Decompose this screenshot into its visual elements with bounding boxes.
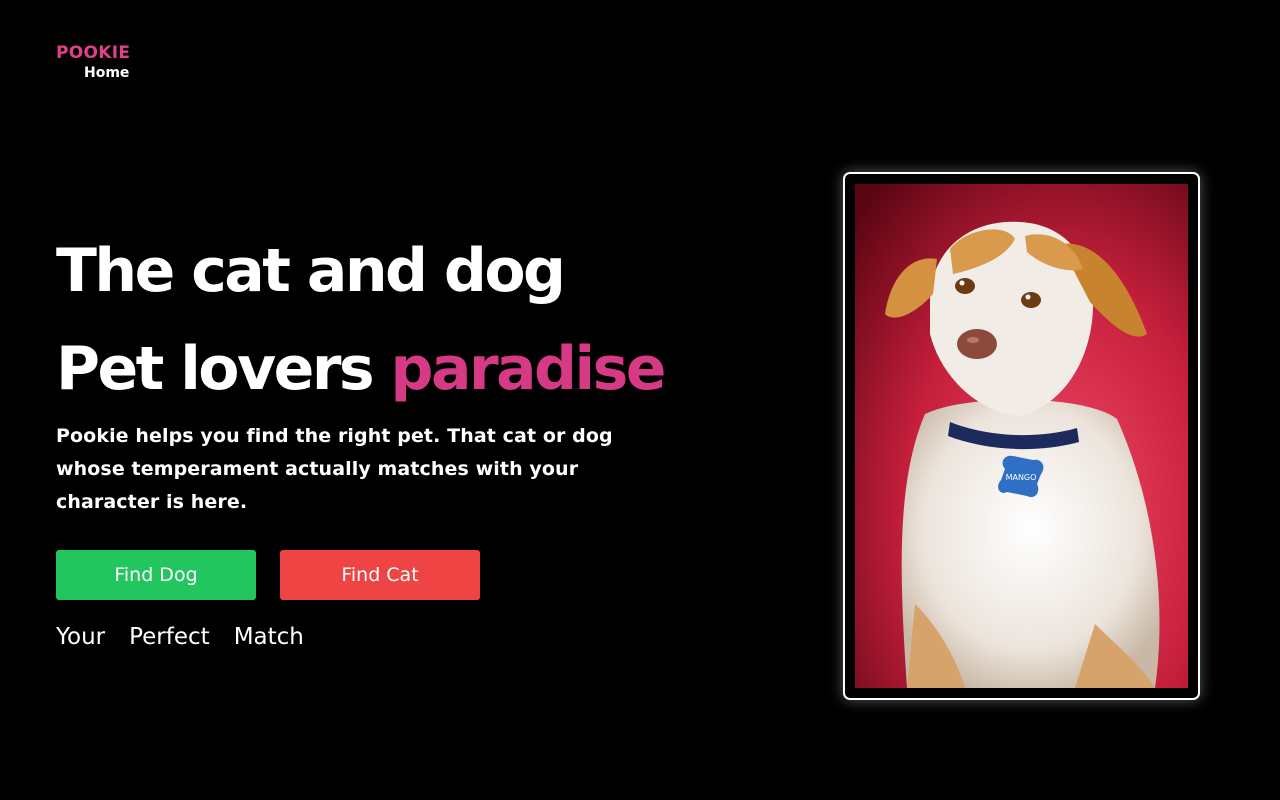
headline-line-1: The cat and dog [56,236,566,306]
headline-accent-word: paradise [390,334,667,404]
tagline: Your Perfect Match [56,624,696,650]
find-cat-button[interactable]: Find Cat [280,550,480,600]
pet-photo-frame: MANGO [843,172,1200,700]
tagline-word: Your [56,624,106,650]
nav-home-link[interactable]: Home [84,65,130,81]
tagline-word: Match [233,624,304,650]
brand-logo-text[interactable]: POOKIE [56,43,130,63]
collar-tag-text: MANGO [1006,473,1037,482]
dog-photo: MANGO [855,184,1188,688]
hero-section: The cat and dog Pet lovers paradise Pook… [56,222,696,650]
headline-prefix: Pet lovers [56,334,375,404]
cta-buttons: Find Dog Find Cat [56,550,696,600]
find-dog-button[interactable]: Find Dog [56,550,256,600]
tagline-word: Perfect [129,624,210,650]
hero-description: Pookie helps you find the right pet. Tha… [56,425,613,513]
header-brand: POOKIE Home [56,43,130,81]
headline-line-2: Pet lovers paradise [56,320,696,418]
